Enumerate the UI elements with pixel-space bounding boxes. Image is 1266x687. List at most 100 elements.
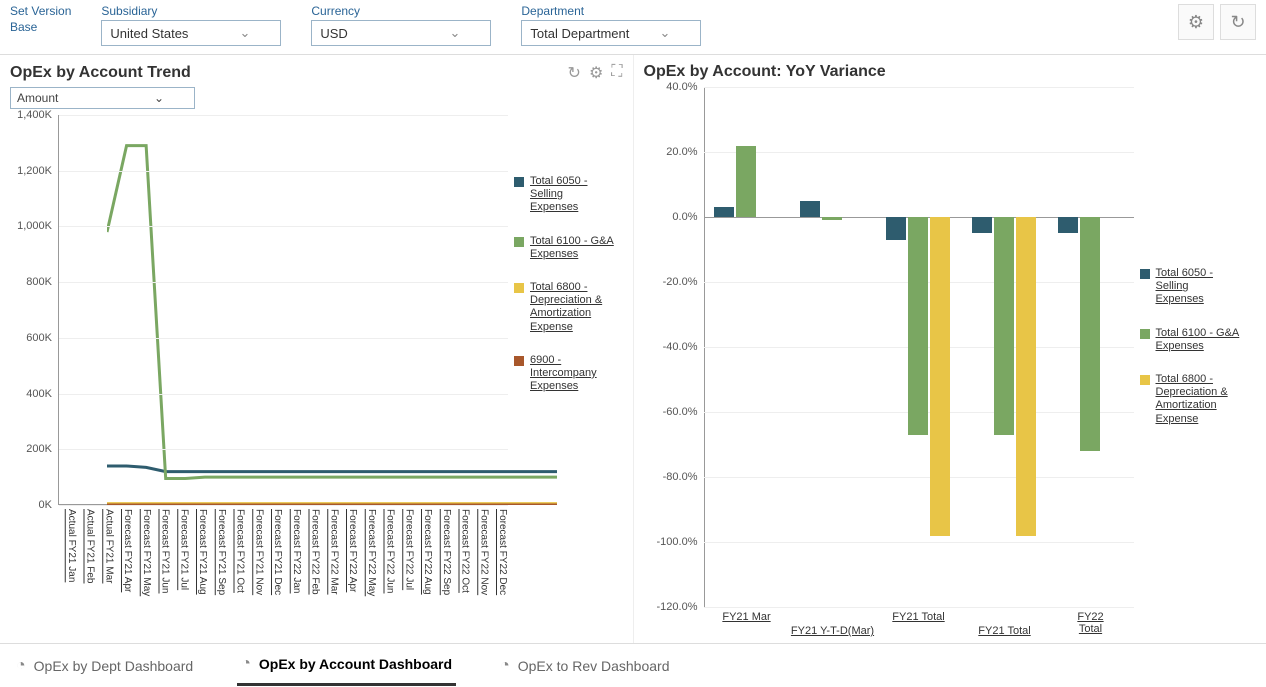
x-tick-label: Forecast FY22 Feb (302, 505, 321, 596)
bar[interactable] (714, 207, 734, 217)
opex-variance-title: OpEx by Account: YoY Variance (644, 63, 886, 81)
x-tick-label: Forecast FY21 Oct (227, 505, 246, 596)
set-version-value[interactable]: Base (10, 20, 71, 34)
filter-subsidiary: Subsidiary United States ⌄ (101, 4, 281, 46)
x-tick-label: Forecast FY22 Jan (283, 505, 302, 596)
x-tick-label: Forecast FY21 Dec (264, 505, 283, 596)
filter-currency: Currency USD ⌄ (311, 4, 491, 46)
opex-trend-panel: OpEx by Account Trend ↻ ⚙ ⛶ Amount ⌄ Act… (0, 55, 634, 643)
tab-rev-dashboard[interactable]: ◔ OpEx to Rev Dashboard (496, 647, 673, 685)
opex-trend-title: OpEx by Account Trend (10, 64, 191, 82)
bar-legend: Total 6050 - Selling Expenses Total 6100… (1134, 87, 1246, 607)
y-tick-label: 200K (26, 443, 52, 455)
bar-plot-area: 40.0%20.0%0.0%-20.0%-40.0%-60.0%-80.0%-1… (644, 87, 1134, 607)
subsidiary-value: United States (110, 26, 188, 41)
y-tick-label: 20.0% (666, 146, 697, 158)
x-tick-label: Forecast FY22 Nov (471, 505, 490, 596)
currency-label: Currency (311, 4, 491, 18)
department-label: Department (521, 4, 701, 18)
y-tick-label: 0.0% (672, 211, 697, 223)
line-chart-svg (107, 115, 557, 505)
y-tick-label: -80.0% (663, 471, 698, 483)
x-tick-label: Actual FY21 Mar (96, 505, 115, 596)
y-tick-label: -20.0% (663, 276, 698, 288)
chevron-down-icon: ⌄ (239, 25, 250, 41)
bar[interactable] (1058, 217, 1078, 233)
opex-variance-panel: OpEx by Account: YoY Variance 40.0%20.0%… (634, 55, 1266, 643)
tab-dept-dashboard[interactable]: ◔ OpEx by Dept Dashboard (12, 647, 197, 685)
line-series[interactable] (107, 146, 557, 479)
filter-set-version: Set Version Base (10, 4, 71, 34)
y-tick-label: -60.0% (663, 406, 698, 418)
x-tick-label: Forecast FY21 Apr (114, 505, 133, 596)
refresh-button[interactable]: ↻ (1220, 4, 1256, 40)
subsidiary-label: Subsidiary (101, 4, 281, 18)
x-tick-label: Forecast FY22 Aug (414, 505, 433, 596)
bar[interactable] (908, 217, 928, 435)
expand-icon[interactable]: ⛶ (611, 63, 622, 83)
refresh-icon: ↻ (1230, 12, 1245, 33)
legend-ga[interactable]: Total 6100 - G&A Expenses (1140, 327, 1240, 353)
department-value: Total Department (530, 26, 629, 41)
x-tick-label: Forecast FY22 Dec (489, 505, 508, 596)
bar[interactable] (800, 201, 820, 217)
y-tick-label: -120.0% (657, 601, 698, 613)
y-tick-label: -40.0% (663, 341, 698, 353)
currency-select[interactable]: USD ⌄ (311, 20, 491, 46)
settings-button[interactable]: ⚙ (1178, 4, 1214, 40)
x-tick-label: Forecast FY22 Jul (396, 505, 415, 596)
x-tick-label: Forecast FY22 May (358, 505, 377, 596)
x-tick-label: Forecast FY22 Jun (377, 505, 396, 596)
x-tick-label: Forecast FY21 Aug (189, 505, 208, 596)
chevron-down-icon: ⌄ (154, 91, 164, 105)
chevron-down-icon: ⌄ (449, 25, 460, 41)
x-tick-label: Forecast FY21 May (133, 505, 152, 596)
global-toolbar: ⚙ ↻ (1178, 4, 1256, 40)
legend-depr[interactable]: Total 6800 - Depreciation & Amortization… (1140, 373, 1240, 426)
bar-plot-inner: 40.0%20.0%0.0%-20.0%-40.0%-60.0%-80.0%-1… (704, 87, 1134, 607)
x-tick-label: Forecast FY21 Jul (171, 505, 190, 596)
tab-account-dashboard[interactable]: ◔ OpEx by Account Dashboard (237, 645, 456, 686)
line-x-axis: Actual FY21 JanActual FY21 FebActual FY2… (58, 505, 508, 596)
y-tick-label: 600K (26, 332, 52, 344)
y-tick-label: 400K (26, 388, 52, 400)
footer-tabs: ◔ OpEx by Dept Dashboard ◔ OpEx by Accou… (0, 643, 1266, 687)
x-tick-label: Forecast FY21 Jun (152, 505, 171, 596)
bar[interactable] (1016, 217, 1036, 536)
bar[interactable] (930, 217, 950, 536)
x-tick-label: Forecast FY21 Sep (208, 505, 227, 596)
y-tick-label: 0K (39, 499, 52, 511)
x-tick-label: Forecast FY22 Mar (321, 505, 340, 596)
y-tick-label: -100.0% (657, 536, 698, 548)
x-tick-label: Actual FY21 Feb (77, 505, 96, 596)
y-tick-label: 1,400K (17, 109, 52, 121)
x-tick-label: Forecast FY22 Apr (339, 505, 358, 596)
gear-icon: ⚙ (1188, 12, 1204, 33)
bar[interactable] (822, 217, 842, 220)
line-plot-area: Actual FY21 JanActual FY21 FebActual FY2… (10, 115, 508, 505)
dashboard-icon: ◔ (500, 657, 510, 675)
gear-icon[interactable]: ⚙ (589, 63, 603, 83)
amount-value: Amount (17, 91, 58, 105)
filter-bar: Set Version Base Subsidiary United State… (0, 0, 1266, 55)
line-series[interactable] (107, 466, 557, 472)
x-tick-label: Forecast FY22 Oct (452, 505, 471, 596)
bar[interactable] (1080, 217, 1100, 451)
x-tick-label: FY21 Y-T-D(Mar) (791, 625, 874, 637)
chevron-down-icon: ⌄ (659, 25, 670, 41)
department-select[interactable]: Total Department ⌄ (521, 20, 701, 46)
x-tick-label: FY21 Mar (722, 611, 770, 623)
subsidiary-select[interactable]: United States ⌄ (101, 20, 281, 46)
set-version-label: Set Version (10, 4, 71, 18)
bar[interactable] (972, 217, 992, 233)
bar[interactable] (994, 217, 1014, 435)
refresh-icon[interactable]: ↻ (568, 63, 581, 83)
main-content: OpEx by Account Trend ↻ ⚙ ⛶ Amount ⌄ Act… (0, 55, 1266, 643)
legend-selling[interactable]: Total 6050 - Selling Expenses (1140, 267, 1240, 307)
filter-department: Department Total Department ⌄ (521, 4, 701, 46)
bar[interactable] (886, 217, 906, 240)
bar[interactable] (736, 146, 756, 218)
amount-dropdown[interactable]: Amount ⌄ (10, 87, 195, 109)
y-tick-label: 1,200K (17, 165, 52, 177)
x-tick-label: FY21 Total (892, 611, 944, 623)
